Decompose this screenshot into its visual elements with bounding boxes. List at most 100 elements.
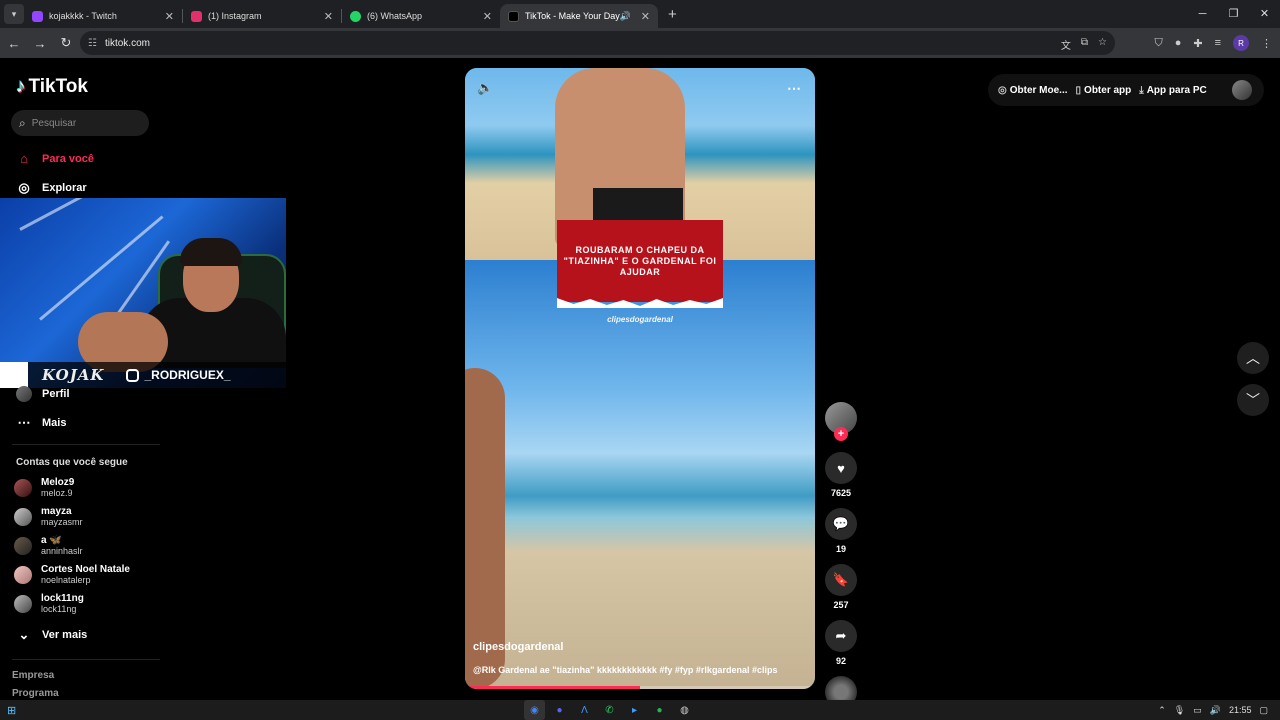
site-info-icon[interactable]: ☷ [88,38,97,49]
nav-label: Mais [42,417,67,429]
microphone-icon[interactable]: 🎙 [1174,705,1185,716]
footer-program-link[interactable]: Programa [12,688,59,699]
browser-menu-icon[interactable]: ⋮ [1261,37,1272,50]
following-item[interactable]: mayza mayzasmr [14,506,83,527]
bookmark-star-icon[interactable]: ☆ [1098,37,1107,52]
webcam-overlay: KOJAK _RODRIGUEX_ [0,198,286,388]
get-app-label: Obter app [1084,84,1132,96]
volume-tray-icon[interactable]: 🔊 [1210,705,1221,716]
video-progress-fill [465,686,640,689]
network-icon[interactable]: ▭ [1193,705,1202,716]
user-avatar[interactable] [1232,80,1252,100]
nav-profile[interactable]: Perfil [16,386,70,402]
footer-company-link[interactable]: Empresa [12,670,54,681]
new-tab-button[interactable]: + [668,6,677,23]
clock-time[interactable]: 21:55 [1229,705,1252,715]
instagram-icon [191,10,202,22]
share-button[interactable]: ➦ [825,620,857,652]
tab-twitch[interactable]: kojakkkk - Twitch ✕ [24,4,182,28]
following-item[interactable]: lock11ng lock11ng [14,593,84,614]
forward-button[interactable]: → [28,36,52,51]
profile-avatar-icon [16,386,32,402]
follow-username: meloz.9 [41,488,73,498]
minimize-button[interactable]: ─ [1187,0,1218,28]
nav-more[interactable]: ⋯ Mais [16,415,67,431]
chrome-icon[interactable]: ◉ [524,700,545,720]
windows-start-icon[interactable]: ⊞ [7,704,16,717]
shield-extension-icon[interactable]: ⛉ [1154,37,1162,50]
whatsapp-taskbar-icon[interactable]: ✆ [599,700,620,720]
search-box[interactable]: ⌕ [11,110,149,136]
video-author[interactable]: clipesdogardenal [473,641,563,653]
tab-instagram[interactable]: (1) Instagram ✕ [183,4,341,28]
instagram-icon [126,368,140,382]
address-bar[interactable]: ☷ tiktok.com 文 ⧉ ☆ [80,31,1115,55]
back-button[interactable]: ← [2,36,26,51]
terminal-icon[interactable]: ▸ [624,700,645,720]
puzzle-extensions-icon[interactable]: ✚ [1193,37,1202,50]
pc-app-label: App para PC [1146,84,1207,96]
tray-expand-icon[interactable]: ⌃ [1158,705,1166,716]
search-input[interactable] [31,117,132,129]
video-title-overlay: ROUBARAM O CHAPEU DA "TIAZINHA" E O GARD… [557,220,723,302]
spotify-icon[interactable]: ● [649,700,670,720]
volume-icon[interactable]: 🔈 [477,80,493,96]
next-video-button[interactable]: ﹀ [1237,384,1269,416]
tab-tiktok[interactable]: TikTok - Make Your Day 🔊 ✕ [500,4,658,28]
nav-for-you[interactable]: ⌂ Para você [16,151,94,166]
save-count: 257 [833,600,849,610]
reload-button[interactable]: ↻ [54,35,78,51]
close-tab-icon[interactable]: ✕ [165,10,174,23]
get-app-button[interactable]: ▯ Obter app [1076,85,1132,96]
save-button[interactable]: 🔖 [825,564,857,596]
creator-avatar[interactable]: + [825,402,857,441]
comment-count: 19 [835,544,846,554]
restore-button[interactable]: ❐ [1218,0,1249,28]
editor-app-icon[interactable]: Λ [574,700,595,720]
like-button[interactable]: ♥ [825,452,857,484]
close-window-button[interactable]: ✕ [1249,0,1280,28]
close-tab-icon[interactable]: ✕ [324,10,333,23]
follow-name: mayza [41,506,72,517]
steam-icon[interactable]: ◍ [674,700,695,720]
following-item[interactable]: Cortes Noel Natale noelnatalerp [14,564,130,585]
home-icon: ⌂ [20,151,28,166]
compass-icon: ◎ [18,180,30,195]
avatar [14,507,32,526]
follow-name: a 🦋 [41,535,62,546]
tab-whatsapp[interactable]: (6) WhatsApp ✕ [342,4,500,28]
video-player[interactable]: ROUBARAM O CHAPEU DA "TIAZINHA" E O GARD… [465,68,815,689]
video-progress-bar[interactable] [465,686,815,689]
more-options-icon[interactable]: ⋯ [787,80,801,97]
tab-title: TikTok - Make Your Day [525,11,620,21]
tiktok-logo[interactable]: ♪ TikTok [16,76,88,98]
discord-icon[interactable]: ● [549,700,570,720]
following-item[interactable]: a 🦋 anninhaslr [14,535,83,556]
comment-button[interactable]: 💬 [825,508,857,540]
get-coins-button[interactable]: ◎ Obter Moe... [998,85,1068,96]
close-tab-icon[interactable]: ✕ [483,10,492,23]
instagram-handle: _RODRIGUEX_ [126,368,231,382]
nav-label: Explorar [42,182,87,194]
follow-name: Cortes Noel Natale [41,564,130,575]
profile-avatar[interactable]: R [1233,35,1249,51]
following-item[interactable]: Meloz9 meloz.9 [14,477,74,498]
nav-explore[interactable]: ◎ Explorar [16,180,87,196]
follow-username: noelnatalerp [41,575,91,585]
circle-extension-icon[interactable]: ● [1175,37,1182,49]
follow-plus-icon[interactable]: + [834,427,848,441]
speaker-icon[interactable]: 🔊 [620,11,631,22]
previous-video-button[interactable]: ︿ [1237,342,1269,374]
media-control-icon[interactable]: ≡ [1215,37,1221,49]
translate-icon[interactable]: 文 [1061,37,1071,52]
notification-icon[interactable]: ▢ [1259,705,1268,716]
tab-search-button[interactable]: ▾ [4,4,24,24]
cast-icon[interactable]: ⧉ [1081,37,1088,52]
pc-app-button[interactable]: ⤓ App para PC [1139,85,1206,96]
streamer-tag: KOJAK [42,366,105,384]
chevron-down-icon: ﹀ [1246,392,1260,408]
chevron-down-icon: ⌄ [18,627,30,642]
see-more-button[interactable]: ⌄ Ver mais [16,627,88,643]
close-tab-icon[interactable]: ✕ [641,10,650,23]
avatar [14,478,32,497]
